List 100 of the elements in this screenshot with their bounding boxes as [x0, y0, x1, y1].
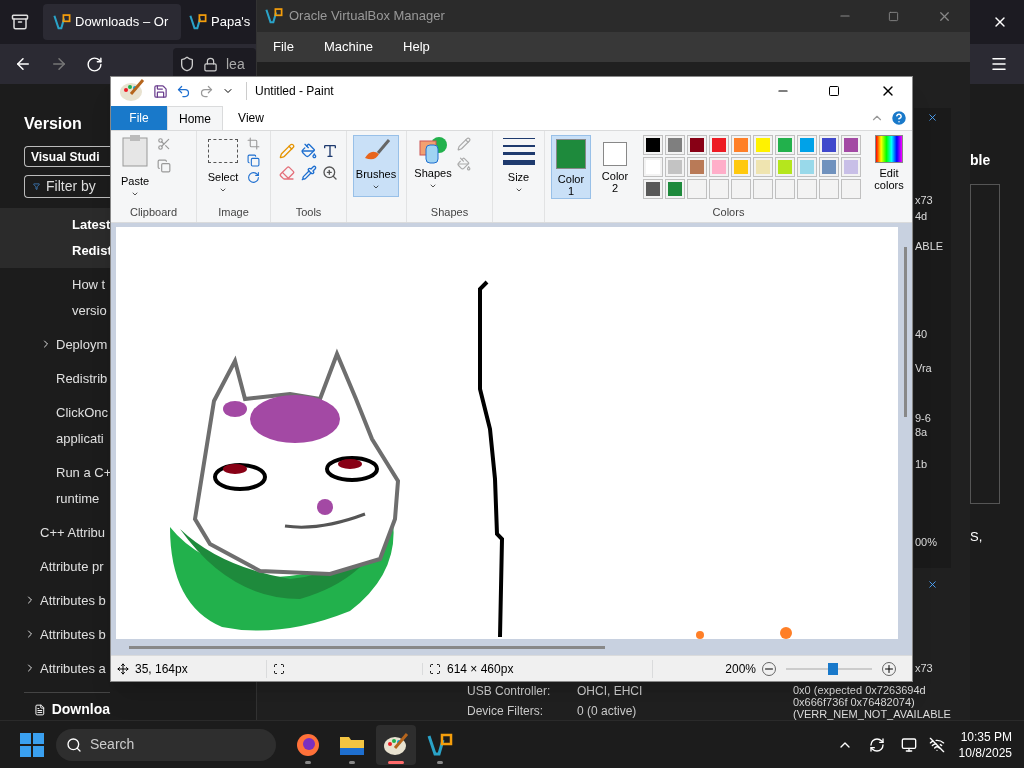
redo-icon[interactable]: [199, 83, 214, 99]
palette-swatch[interactable]: [665, 135, 685, 155]
menu-item[interactable]: Machine: [323, 37, 374, 57]
empty-swatch[interactable]: [731, 179, 751, 199]
palette-swatch[interactable]: [665, 157, 685, 177]
document-icon: [34, 702, 46, 717]
nav-item[interactable]: Attributes a: [0, 652, 110, 686]
search-input[interactable]: Search: [90, 734, 250, 755]
forward-icon[interactable]: [50, 55, 68, 73]
firefox-icon: [295, 731, 321, 758]
browser-tab[interactable]: Papa's: [185, 4, 256, 40]
help-icon[interactable]: [890, 109, 908, 127]
nav-item[interactable]: C++ Attribu: [0, 516, 110, 550]
tab-list-icon[interactable]: [11, 13, 29, 31]
palette-swatch[interactable]: [841, 157, 861, 177]
clock-time[interactable]: 10:35 PM: [960, 728, 1012, 745]
palette-swatch[interactable]: [687, 157, 707, 177]
search-field[interactable]: Search: [56, 728, 276, 761]
palette-swatch[interactable]: [819, 157, 839, 177]
nav-item[interactable]: ClickOnc applicati: [0, 396, 110, 456]
rotate-icon[interactable]: [247, 171, 260, 184]
browser-tab[interactable]: Downloads – Or: [43, 4, 181, 40]
empty-swatch[interactable]: [709, 179, 729, 199]
menu-item[interactable]: Help: [403, 37, 430, 57]
palette-swatch[interactable]: [775, 135, 795, 155]
palette-swatch[interactable]: [775, 157, 795, 177]
slider-thumb[interactable]: [828, 662, 839, 675]
palette-swatch[interactable]: [753, 135, 773, 155]
nav-item[interactable]: Redistrib: [0, 362, 110, 396]
cut-icon[interactable]: [157, 137, 171, 151]
menu-icon[interactable]: [990, 55, 1008, 73]
menu-item[interactable]: File: [273, 37, 294, 57]
reload-icon[interactable]: [86, 55, 103, 73]
color-slot-button[interactable]: Color 1: [551, 135, 591, 199]
download-pdf-link[interactable]: Downloa: [51, 699, 110, 720]
sync-icon[interactable]: [868, 736, 885, 753]
palette-swatch[interactable]: [731, 157, 751, 177]
ribbon-tab[interactable]: File: [111, 106, 167, 130]
empty-swatch[interactable]: [687, 179, 707, 199]
edit-colors-button[interactable]: Edit colors: [871, 135, 907, 191]
ribbon-tab[interactable]: Home: [167, 106, 223, 130]
drawing-canvas[interactable]: [116, 227, 898, 639]
crop-icon[interactable]: [247, 137, 260, 150]
shapes-button[interactable]: Shapes: [415, 135, 451, 190]
close-icon[interactable]: [927, 112, 938, 123]
palette-swatch[interactable]: [709, 157, 729, 177]
empty-swatch[interactable]: [819, 179, 839, 199]
color-picker-icon[interactable]: [300, 165, 317, 181]
palette-swatch[interactable]: [643, 157, 663, 177]
palette-swatch[interactable]: [709, 135, 729, 155]
fill-icon[interactable]: [457, 157, 471, 171]
nav-item[interactable]: Attributes b: [0, 584, 110, 618]
save-icon[interactable]: [153, 83, 168, 99]
nav-item[interactable]: Run a C+ runtime: [0, 456, 110, 516]
clock-date[interactable]: 10/8/2025: [958, 744, 1012, 761]
select-button[interactable]: Select: [205, 135, 241, 194]
nav-item[interactable]: How t versio: [0, 268, 110, 328]
back-icon[interactable]: [14, 55, 32, 73]
tab-title: Downloads – Or: [75, 13, 169, 32]
taskbar-app[interactable]: [376, 724, 416, 765]
nav-item[interactable]: Attribute pr: [0, 550, 110, 584]
eraser-icon[interactable]: [279, 165, 295, 181]
maximize-icon[interactable]: [828, 85, 840, 97]
magnifier-icon[interactable]: [322, 165, 339, 181]
palette-swatch[interactable]: [841, 135, 861, 155]
zoom-slider[interactable]: [786, 662, 872, 675]
size-button[interactable]: Size: [502, 137, 535, 194]
copy-icon[interactable]: [157, 159, 171, 173]
close-icon[interactable]: [927, 579, 938, 590]
nav-item[interactable]: Latest Redist: [0, 208, 110, 268]
palette-swatch[interactable]: [819, 135, 839, 155]
start-icon[interactable]: [20, 732, 44, 757]
palette-swatch[interactable]: [643, 135, 663, 155]
empty-swatch[interactable]: [753, 179, 773, 199]
palette-swatch[interactable]: [753, 157, 773, 177]
palette-swatch[interactable]: [687, 135, 707, 155]
nav-item[interactable]: Attributes b: [0, 618, 110, 652]
palette-swatch[interactable]: [797, 135, 817, 155]
palette-swatch[interactable]: [731, 135, 751, 155]
notification-text: 1b: [915, 457, 928, 472]
search-icon: [66, 736, 82, 753]
filter-field[interactable]: Filter by: [24, 175, 110, 198]
empty-swatch[interactable]: [841, 179, 861, 199]
undo-icon[interactable]: [176, 83, 191, 99]
network-icon[interactable]: [900, 736, 917, 753]
palette-swatch[interactable]: [797, 157, 817, 177]
text-icon[interactable]: [322, 143, 339, 159]
pencil-icon[interactable]: [279, 143, 295, 159]
nav-item[interactable]: Deploym: [0, 328, 110, 362]
fill-icon[interactable]: [300, 143, 317, 159]
empty-swatch[interactable]: [775, 179, 795, 199]
outline-icon[interactable]: [457, 137, 471, 151]
palette-swatch[interactable]: [665, 179, 685, 199]
brushes-button[interactable]: Brushes: [353, 135, 399, 197]
empty-swatch[interactable]: [797, 179, 817, 199]
palette-swatch[interactable]: [643, 179, 663, 199]
horizontal-scrollbar[interactable]: [129, 645, 605, 649]
color-slot-button[interactable]: Color 2: [595, 135, 635, 199]
vertical-scrollbar[interactable]: [903, 247, 907, 417]
paste-button[interactable]: Paste: [117, 135, 153, 198]
